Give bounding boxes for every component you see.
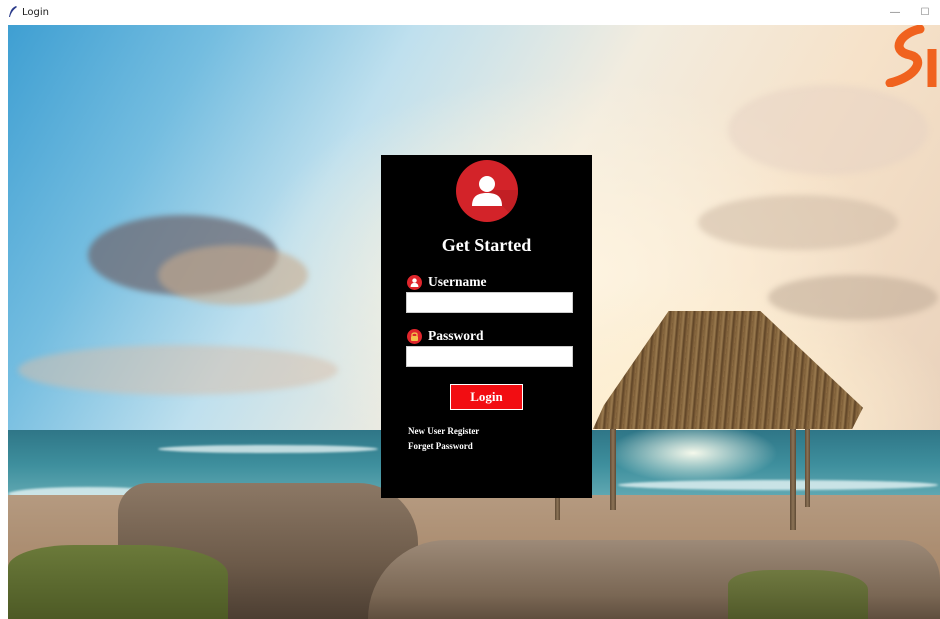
window-controls: — ☐ — [880, 0, 940, 24]
register-link[interactable]: New User Register — [408, 426, 479, 436]
password-input[interactable] — [406, 346, 573, 367]
hut-pole — [805, 417, 810, 507]
maximize-button[interactable]: ☐ — [910, 0, 940, 24]
hut-pole — [610, 425, 616, 510]
username-input[interactable] — [406, 292, 573, 313]
wave — [158, 445, 378, 453]
login-panel: Get Started Username Password Login New … — [381, 155, 592, 498]
grass — [8, 545, 228, 619]
wave — [618, 480, 938, 490]
username-label-text: Username — [428, 274, 487, 289]
sun-glare — [608, 423, 778, 483]
cloud — [768, 275, 938, 320]
grass — [728, 570, 868, 619]
user-icon — [407, 274, 422, 290]
password-label-text: Password — [428, 328, 484, 343]
cloud — [158, 245, 308, 305]
feather-icon — [6, 5, 20, 19]
minimize-button[interactable]: — — [880, 0, 910, 24]
login-button[interactable]: Login — [450, 384, 523, 410]
lock-icon — [407, 328, 422, 344]
cloud — [728, 85, 928, 175]
password-label: Password — [407, 328, 484, 344]
username-label: Username — [407, 274, 486, 290]
window-title: Login — [22, 6, 49, 18]
page-title: Get Started — [441, 235, 532, 255]
cloud — [698, 195, 898, 250]
user-icon — [456, 160, 518, 222]
window-titlebar: Login — ☐ — [0, 0, 940, 24]
cloud — [18, 345, 338, 395]
brand-logo-fragment — [885, 25, 937, 87]
forgot-password-link[interactable]: Forget Password — [408, 441, 473, 451]
